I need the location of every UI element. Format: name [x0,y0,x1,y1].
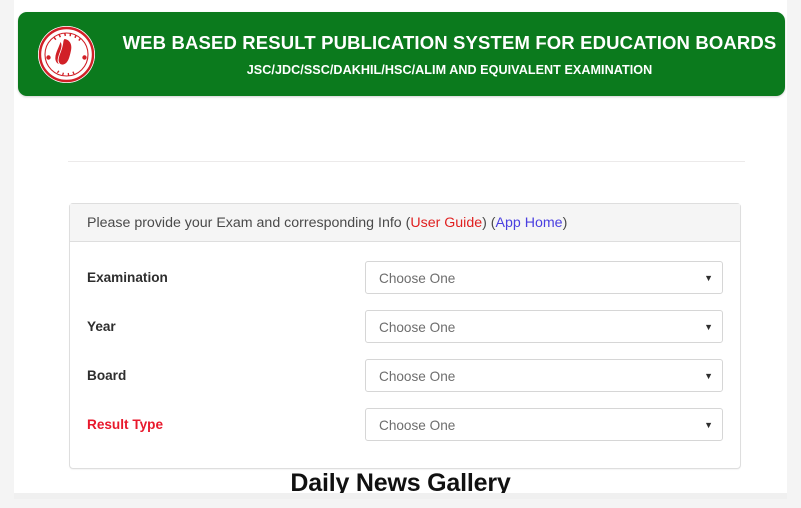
form-row-examination: Examination Choose One ▼ [70,253,740,302]
select-examination-value: Choose One [379,271,456,286]
form-card-header: Please provide your Exam and correspondi… [70,204,740,242]
bangladesh-government-emblem-icon [38,26,95,83]
chevron-down-icon: ▼ [704,273,713,283]
page-bottom-band-inner [14,493,787,499]
section-divider [68,161,745,162]
close-paren-1: ) [482,214,491,231]
site-banner: WEB BASED RESULT PUBLICATION SYSTEM FOR … [18,12,785,96]
form-instruction-text: Please provide your Exam and correspondi… [87,215,567,231]
app-home-link[interactable]: App Home [496,215,563,231]
user-guide-link[interactable]: User Guide [410,215,482,231]
chevron-down-icon: ▼ [704,420,713,430]
form-row-result-type: Result Type Choose One ▼ [70,400,740,449]
label-year: Year [87,319,116,334]
form-row-year: Year Choose One ▼ [70,302,740,351]
exam-info-form-card: Please provide your Exam and correspondi… [69,203,741,469]
label-board: Board [87,368,127,383]
close-paren-2: ) [562,214,568,231]
banner-text-block: WEB BASED RESULT PUBLICATION SYSTEM FOR … [114,12,785,96]
banner-subtitle: JSC/JDC/SSC/DAKHIL/HSC/ALIM AND EQUIVALE… [246,63,653,78]
select-board-value: Choose One [379,369,456,384]
form-instruction-label: Please provide your Exam and correspondi… [87,214,406,231]
banner-title: WEB BASED RESULT PUBLICATION SYSTEM FOR … [122,31,777,53]
page-root: WEB BASED RESULT PUBLICATION SYSTEM FOR … [0,0,801,508]
select-board[interactable]: Choose One ▼ [365,359,723,392]
label-result-type: Result Type [87,417,164,432]
chevron-down-icon: ▼ [704,322,713,332]
select-result-type-value: Choose One [379,418,456,433]
form-row-board: Board Choose One ▼ [70,351,740,400]
select-year[interactable]: Choose One ▼ [365,310,723,343]
form-body: Examination Choose One ▼ Year Choose One… [70,253,740,449]
page-bottom-band [0,493,801,508]
select-result-type[interactable]: Choose One ▼ [365,408,723,441]
label-examination: Examination [87,270,168,285]
select-year-value: Choose One [379,320,456,335]
chevron-down-icon: ▼ [704,371,713,381]
select-examination[interactable]: Choose One ▼ [365,261,723,294]
